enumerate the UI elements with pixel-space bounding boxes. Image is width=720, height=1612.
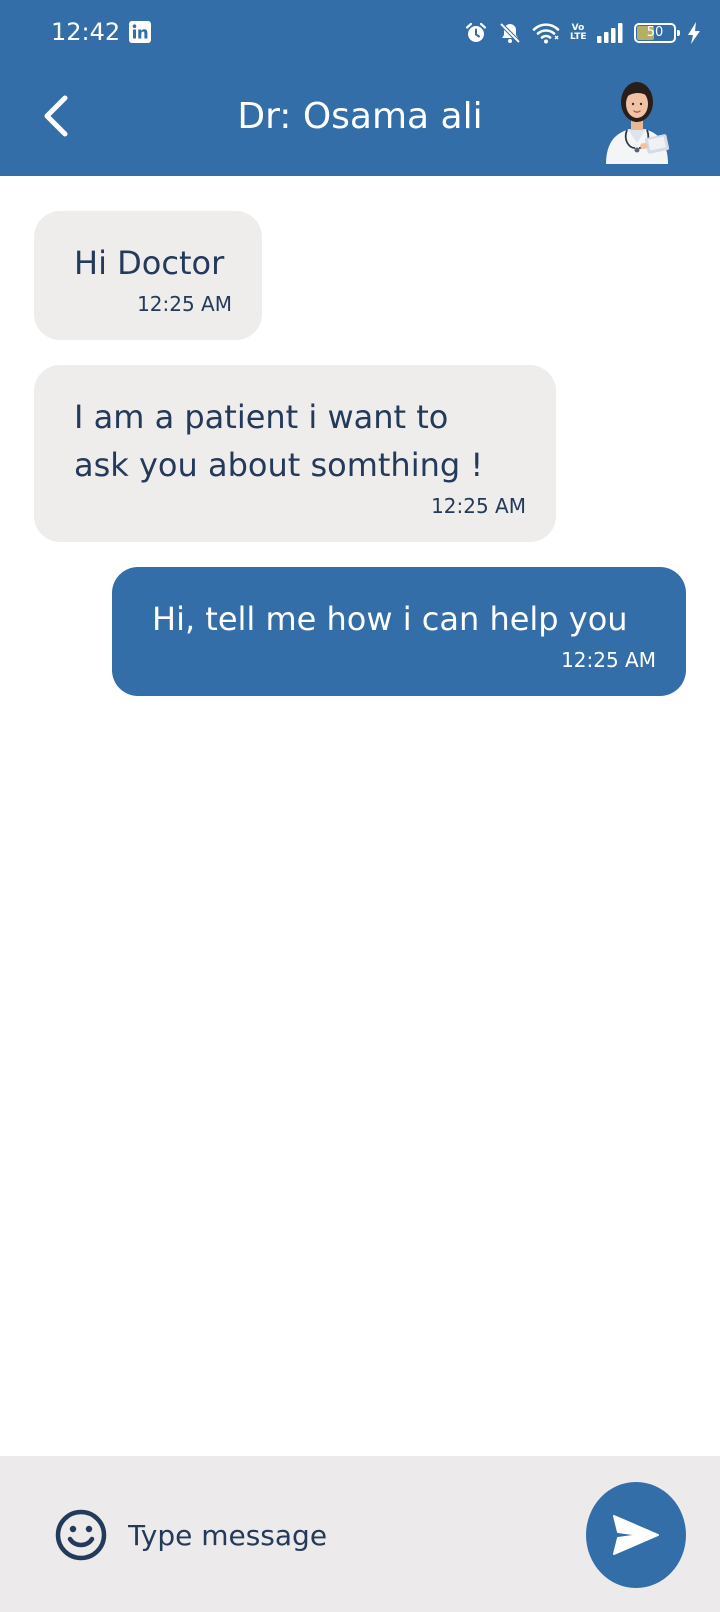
message-time: 12:25 AM bbox=[561, 648, 656, 672]
message-text: Hi, tell me how i can help you bbox=[152, 600, 628, 638]
mute-icon bbox=[499, 22, 521, 44]
battery-icon: 50 bbox=[634, 23, 680, 43]
back-button[interactable] bbox=[32, 92, 80, 140]
message-bubble-incoming[interactable]: I am a patient i want to ask you about s… bbox=[34, 365, 556, 542]
chat-title: Dr: Osama ali bbox=[237, 96, 483, 137]
message-text: Hi Doctor bbox=[74, 244, 225, 282]
app-header: 12:42 Vo LTE 50 Dr: Osama ali bbox=[0, 0, 720, 176]
message-time: 12:25 AM bbox=[431, 494, 526, 518]
doctor-avatar[interactable] bbox=[600, 74, 674, 164]
send-icon bbox=[613, 1515, 659, 1555]
chevron-left-icon bbox=[44, 95, 68, 137]
message-text-line: I am a patient i want to bbox=[74, 398, 449, 436]
message-list[interactable]: Hi Doctor 12:25 AM I am a patient i want… bbox=[0, 176, 720, 1456]
send-button[interactable] bbox=[586, 1482, 686, 1588]
message-text-line: ask you about somthing ! bbox=[74, 446, 484, 484]
message-bubble-outgoing[interactable]: Hi, tell me how i can help you 12:25 AM bbox=[112, 567, 686, 696]
signal-icon bbox=[597, 23, 623, 43]
message-bubble-incoming[interactable]: Hi Doctor 12:25 AM bbox=[34, 211, 262, 340]
volte-icon: Vo LTE bbox=[570, 23, 587, 42]
battery-tip bbox=[677, 30, 680, 36]
message-time: 12:25 AM bbox=[137, 292, 232, 316]
status-indicators: Vo LTE 50 bbox=[464, 18, 702, 48]
wifi-icon bbox=[532, 23, 560, 44]
status-bar: 12:42 Vo LTE 50 bbox=[0, 0, 720, 66]
linkedin-icon bbox=[129, 21, 151, 43]
message-input[interactable] bbox=[128, 1506, 558, 1564]
status-time: 12:42 bbox=[51, 18, 121, 46]
alarm-icon bbox=[465, 22, 487, 42]
battery-level: 50 bbox=[646, 25, 664, 40]
message-composer bbox=[0, 1456, 720, 1612]
smiley-icon[interactable] bbox=[53, 1507, 109, 1563]
charging-icon bbox=[688, 22, 700, 44]
